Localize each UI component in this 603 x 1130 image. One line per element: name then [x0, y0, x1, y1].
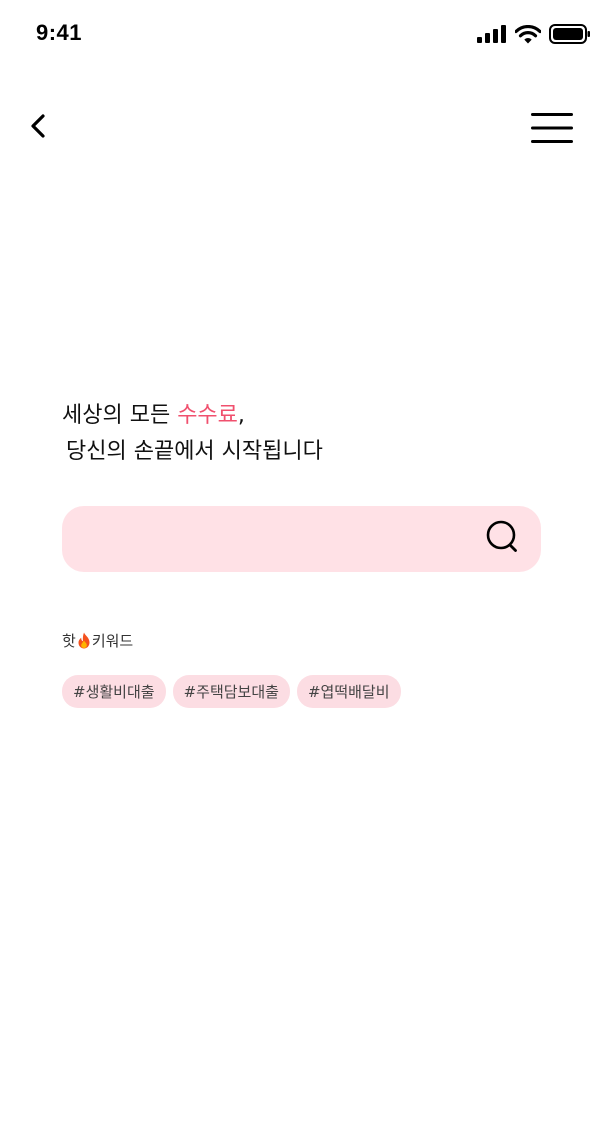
hot-keywords-label-prefix: 핫 [62, 632, 76, 650]
search-button[interactable] [485, 519, 521, 559]
status-time: 9:41 [36, 20, 83, 45]
chevron-left-icon [29, 113, 47, 143]
status-icons [477, 24, 591, 48]
search-bar [62, 506, 541, 574]
search-input[interactable] [84, 506, 478, 574]
headline-line2: 당신의 손끝에서 시작됩니다 [66, 439, 323, 464]
search-icon [485, 519, 521, 559]
keyword-tag[interactable]: #생활비대출 [62, 675, 166, 708]
keyword-tag[interactable]: #주택담보대출 [172, 675, 290, 708]
headline-line1-prefix: 세상의 모든 [62, 403, 178, 428]
back-button[interactable] [22, 110, 54, 146]
cellular-signal-icon [477, 25, 507, 47]
battery-icon [549, 24, 591, 48]
headline: 세상의 모든 수수료, 당신의 손끝에서 시작됩니다 [62, 398, 542, 470]
status-bar: 9:41 [0, 0, 603, 70]
keyword-tags: #생활비대출 #주택담보대출 #엽떡배달비 [62, 675, 401, 708]
fire-icon [77, 632, 91, 649]
nav-bar [0, 100, 603, 160]
keyword-tag[interactable]: #엽떡배달비 [296, 675, 401, 708]
headline-line1-suffix: , [237, 403, 245, 428]
headline-accent: 수수료 [177, 403, 238, 428]
menu-button[interactable] [529, 110, 575, 150]
wifi-icon [514, 24, 542, 48]
hot-keywords-label: 핫 키워드 [62, 630, 133, 651]
hamburger-menu-icon [530, 112, 574, 148]
hot-keywords-label-suffix: 키워드 [91, 632, 134, 650]
